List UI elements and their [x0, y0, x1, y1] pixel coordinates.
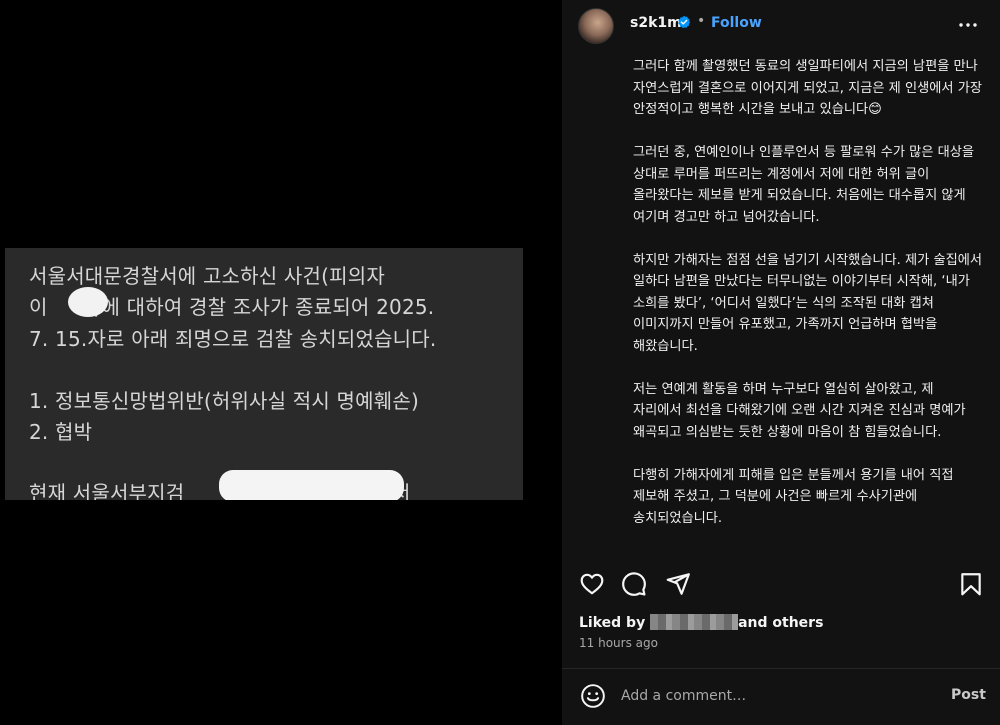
post-actions: [562, 565, 1000, 605]
likes-suffix: and others: [738, 615, 824, 631]
post-caption: 그러다 함께 촬영했던 동료의 생일파티에서 지금의 남편을 만나 자연스럽게 …: [633, 56, 985, 551]
bookmark-icon[interactable]: [958, 571, 984, 597]
post-header: s2k1m • Follow: [562, 0, 1000, 50]
comment-input[interactable]: [621, 685, 921, 707]
document-photo: 서울서대문경찰서에 고소하신 사건(피의자 이 )에 대하여 경찰 조사가 종료…: [5, 248, 523, 500]
blurred-username: [650, 614, 739, 630]
caption-paragraph: 하지만 가해자는 점점 선을 넘기기 시작했습니다. 제가 술집에서 일하다 남…: [633, 252, 982, 354]
photo-text-line: 서울서대문경찰서에 고소하신 사건(피의자: [29, 264, 385, 288]
photo-text-line: 7. 15.자로 아래 죄명으로 검찰 송치되었습니다.: [29, 327, 437, 351]
comment-icon[interactable]: [621, 571, 647, 597]
caption-paragraph: 그러던 중, 연예인이나 인플루언서 등 팔로워 수가 많은 대상을 상대로 루…: [633, 145, 975, 225]
separator-dot: •: [697, 13, 706, 29]
redaction-mark: [219, 470, 404, 500]
emoji-icon[interactable]: [580, 683, 606, 709]
photo-text-line: 1. 정보통신망법위반(허위사실 적시 명예훼손): [29, 389, 419, 413]
post-side-panel: s2k1m • Follow 그러다 함께 촬영했던 동료의 생일파티에서 지금…: [562, 0, 1000, 725]
post-comment-button[interactable]: Post: [951, 687, 986, 703]
comment-bar: Post: [562, 669, 1000, 725]
likes-summary[interactable]: Liked by and others: [579, 614, 823, 631]
caption-paragraph: 그러다 함께 촬영했던 동료의 생일파티에서 지금의 남편을 만나 자연스럽게 …: [633, 59, 982, 117]
caption-paragraph: 다행히 가해자에게 피해를 입은 분들께서 용기를 내어 직접 제보해 주셨고,…: [633, 467, 954, 526]
heart-icon[interactable]: [579, 571, 605, 597]
redaction-mark: [68, 287, 108, 317]
share-icon[interactable]: [665, 571, 691, 597]
likes-prefix: Liked by: [579, 615, 646, 631]
verified-badge-icon: [678, 15, 691, 29]
caption-paragraph: 저는 연예계 활동을 하며 누구보다 열심히 살아왔고, 제 자리에서 최선을 …: [633, 381, 966, 440]
post-timestamp[interactable]: 11 hours ago: [579, 636, 658, 650]
post-media[interactable]: 서울서대문경찰서에 고소하신 사건(피의자 이 )에 대하여 경찰 조사가 종료…: [0, 0, 562, 725]
more-options-icon[interactable]: [956, 13, 980, 37]
follow-button[interactable]: Follow: [711, 15, 762, 31]
avatar[interactable]: [578, 8, 614, 44]
photo-text-line: 2. 협박: [29, 420, 93, 444]
username-link[interactable]: s2k1m: [630, 15, 682, 31]
